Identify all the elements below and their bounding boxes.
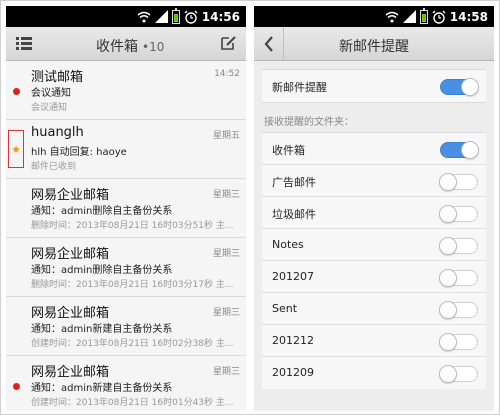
mail-preview: 删除时间：2013年08月21日 16时03分17秒 主... (31, 280, 234, 290)
star-toggle[interactable]: ★ (8, 130, 24, 168)
section-header: 接收提醒的文件夹： (264, 117, 354, 128)
mail-subject: 会议通知 (31, 88, 71, 99)
mail-list: 测试邮箱 14:52 会议通知 会议通知 ★ huanglh 星期五 hlh 自… (6, 61, 246, 411)
status-time: 14:56 (201, 9, 240, 24)
page-title: 新邮件提醒 (339, 39, 409, 55)
setting-label: 新邮件提醒 (272, 81, 327, 94)
mail-time: 星期五 (212, 131, 240, 141)
folder-row-notes[interactable]: Notes (262, 229, 486, 261)
mail-time: 星期三 (212, 190, 240, 200)
inbox-screen: 14:56 收件箱 •10 测试邮箱 14:52 会议通知 会议通知 ★ huan… (6, 6, 246, 411)
mail-item[interactable]: 网易企业邮箱 星期三 通知：admin新建自主备份关系 创建时间：2013年08… (6, 297, 246, 356)
folder-label: Notes (272, 238, 304, 251)
mail-time: 星期三 (212, 308, 240, 318)
status-bar: 14:58 (254, 6, 494, 27)
inbox-header: 收件箱 •10 (6, 27, 246, 61)
mail-sender: 网易企业邮箱 (31, 306, 110, 321)
battery-icon (171, 7, 180, 24)
mail-preview: 会议通知 (31, 103, 68, 113)
mail-sender: 网易企业邮箱 (31, 247, 110, 262)
mail-sender: 网易企业邮箱 (31, 188, 110, 203)
wifi-icon (137, 11, 151, 22)
folder-label: 201212 (272, 334, 314, 347)
folder-row-201212[interactable]: 201212 (262, 325, 486, 357)
page-title: 收件箱 •10 (96, 36, 164, 56)
mail-subject: 通知：admin新建自主备份关系 (31, 383, 173, 394)
folder-label: 201209 (272, 366, 314, 379)
folder-label: 收件箱 (272, 144, 305, 157)
mail-preview: 删除时间：2013年08月21日 16时03分51秒 主... (31, 221, 234, 231)
unread-indicator (13, 88, 20, 95)
folder-row-201207[interactable]: 201207 (262, 261, 486, 293)
folder-toggle[interactable] (439, 237, 478, 255)
mail-preview: 邮件已收到 (31, 162, 77, 172)
mail-sender: 测试邮箱 (31, 70, 84, 85)
folder-label: Sent (272, 302, 298, 315)
battery-icon (419, 7, 428, 24)
mail-time: 14:52 (214, 69, 240, 79)
folder-toggle[interactable] (439, 173, 478, 191)
folder-toggle[interactable] (439, 365, 478, 383)
folder-toggle[interactable] (439, 269, 478, 287)
mail-subject: hlh 自动回复: haoye (31, 147, 127, 158)
signal-icon (402, 10, 416, 23)
mail-sender: 网易企业邮箱 (31, 365, 110, 380)
menu-icon[interactable] (16, 37, 32, 50)
mail-item[interactable]: 网易企业邮箱 星期三 通知：admin删除自主备份关系 删除时间：2013年08… (6, 179, 246, 238)
settings-header: 新邮件提醒 (254, 27, 494, 61)
folder-toggle[interactable] (439, 205, 478, 223)
mail-item[interactable]: 网易企业邮箱 星期三 通知：admin新建自主备份关系 创建时间：2013年08… (6, 356, 246, 411)
status-bar: 14:56 (6, 6, 246, 27)
mail-subject: 通知：admin删除自主备份关系 (31, 206, 173, 217)
screenshot-canvas: 14:56 收件箱 •10 测试邮箱 14:52 会议通知 会议通知 ★ huan… (0, 0, 500, 415)
master-setting-group: 新邮件提醒 (262, 69, 486, 103)
inbox-title: 收件箱 (96, 39, 138, 55)
alarm-icon (184, 10, 198, 24)
folder-toggle[interactable] (439, 333, 478, 351)
signal-icon (154, 10, 168, 23)
new-mail-alert-toggle[interactable] (440, 78, 479, 96)
mail-preview: 创建时间：2013年08月21日 16时01分43秒 主... (31, 398, 234, 408)
notification-settings-screen: 14:58 新邮件提醒 新邮件提醒 接收提醒的文件夹： 收件箱 广告邮件 垃圾邮… (254, 6, 494, 411)
mail-time: 星期三 (212, 249, 240, 259)
unread-count: •10 (142, 40, 165, 54)
compose-icon[interactable] (220, 35, 236, 51)
mail-item[interactable]: 测试邮箱 14:52 会议通知 会议通知 (6, 61, 246, 120)
folder-toggle[interactable] (440, 141, 479, 159)
star-icon: ★ (11, 142, 21, 156)
folder-list: 收件箱 广告邮件 垃圾邮件 Notes 201207 Sent 201212 2… (262, 132, 486, 389)
status-time: 14:58 (449, 9, 488, 24)
alarm-icon (432, 10, 446, 24)
folder-row-ads[interactable]: 广告邮件 (262, 165, 486, 197)
mail-sender: huanglh (31, 125, 84, 140)
folder-row-spam[interactable]: 垃圾邮件 (262, 197, 486, 229)
folder-label: 垃圾邮件 (272, 208, 316, 221)
mail-item[interactable]: 网易企业邮箱 星期三 通知：admin删除自主备份关系 删除时间：2013年08… (6, 238, 246, 297)
mail-time: 星期三 (212, 367, 240, 377)
folder-row-inbox[interactable]: 收件箱 (262, 133, 486, 165)
mail-subject: 通知：admin新建自主备份关系 (31, 324, 173, 335)
unread-indicator (13, 383, 20, 390)
folder-row-201209[interactable]: 201209 (262, 357, 486, 389)
wifi-icon (385, 11, 399, 22)
mail-preview: 创建时间：2013年08月21日 16时02分38秒 主... (31, 339, 234, 349)
folder-label: 广告邮件 (272, 176, 316, 189)
folder-row-sent[interactable]: Sent (262, 293, 486, 325)
folder-label: 201207 (272, 270, 314, 283)
new-mail-alert-row[interactable]: 新邮件提醒 (262, 70, 486, 102)
mail-item[interactable]: ★ huanglh 星期五 hlh 自动回复: haoye 邮件已收到 (6, 120, 246, 179)
mail-subject: 通知：admin删除自主备份关系 (31, 265, 173, 276)
folder-toggle[interactable] (439, 301, 478, 319)
